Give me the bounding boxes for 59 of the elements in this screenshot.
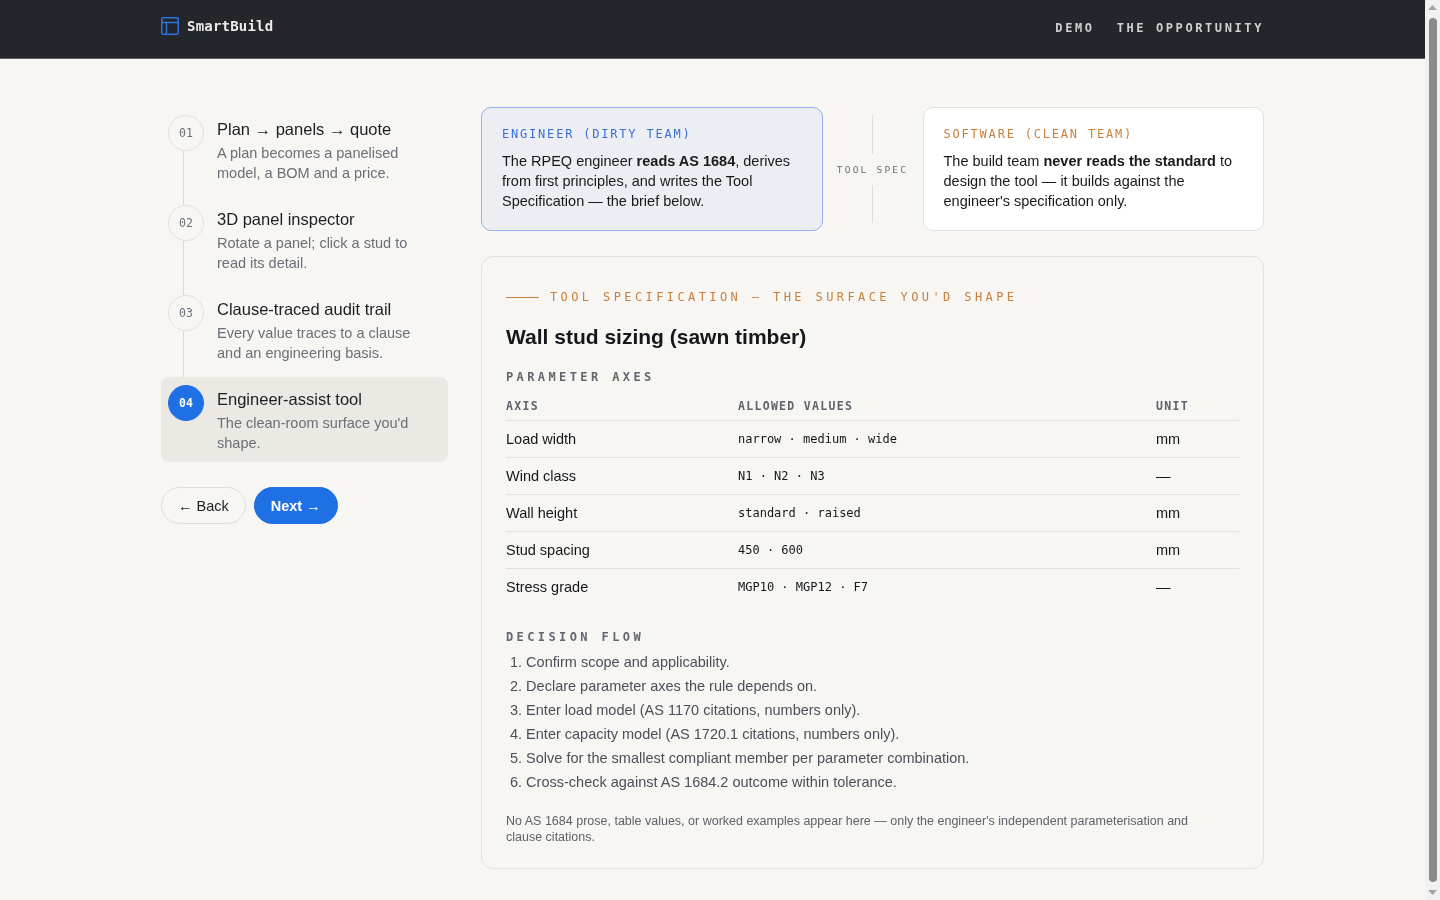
brand-name: SmartBuild [187,18,274,34]
team-label: ENGINEER (DIRTY TEAM) [502,126,693,142]
nav-link[interactable]: THE OPPORTUNITY [1116,21,1264,35]
scrollbar-thumb[interactable] [1428,18,1437,882]
table-cell: Stud spacing [506,531,738,569]
flow-step: 2. Declare parameter axes the rule depends on. [510,674,1239,698]
team-description: The RPEQ engineer reads AS 1684, derives from first principles, and writes the Tool Specification — the brief below. [502,152,792,211]
scrollbar[interactable] [1425,0,1440,900]
next-button[interactable]: Next → [253,487,338,524]
table-cell: — [1156,568,1239,605]
step-description: The clean-room surface you'd shape. [217,414,410,453]
column-header: UNIT [1156,391,1239,421]
table-cell: Stress grade [506,568,738,605]
flow-step: 5. Solve for the smallest compliant member per parameter combination. [510,746,1239,770]
step-number: 04 [168,385,204,421]
step-item[interactable]: 03 Clause-traced audit trail Every value traces to a clause and an engineering basis. [161,287,448,372]
table-cell: mm [1156,420,1239,458]
table-cell: standard · raised [738,494,1156,532]
flow-step: 1. Confirm scope and applicability. [510,650,1239,674]
scroll-down-icon[interactable] [1428,890,1437,895]
step-title: Engineer-assist tool [217,389,363,410]
table-cell: mm [1156,494,1239,532]
section-heading: DECISION FLOW [506,629,646,645]
table-cell: mm [1156,531,1239,569]
table-cell: 450 · 600 [738,531,1156,569]
table-cell: — [1156,457,1239,495]
scroll-up-icon[interactable] [1428,5,1437,10]
step-item[interactable]: 02 3D panel inspector Rotate a panel; click a stud to read its detail. [161,197,448,282]
table-cell: N1 · N2 · N3 [738,457,1156,495]
flow-step: 4. Enter capacity model (AS 1720.1 citations, numbers only). [510,722,1239,746]
team-description: The build team never reads the standard to design the tool — it builds against the engineer's specification only. [943,152,1234,211]
step-title: 3D panel inspector [217,209,356,230]
footnote: No AS 1684 prose, table values, or worked examples appear here — only the engineer's independent parameterisation and clause citations. [506,813,1189,845]
step-number: 01 [168,115,204,151]
flow-step: 3. Enter load model (AS 1170 citations, numbers only). [510,698,1239,722]
step-description: Every value traces to a clause and an engineering basis. [217,324,412,363]
table-cell: Load width [506,420,738,458]
step-number: 02 [168,205,204,241]
section-heading: PARAMETER AXES [506,369,656,385]
step-item[interactable]: 01 Plan → panels → quote A plan becomes a panelised model, a BOM and a price. [161,107,448,192]
column-header: ALLOWED VALUES [738,391,1156,421]
spec-eyebrow: TOOL SPECIFICATION — THE SURFACE YOU'D SHAPE [550,289,1018,305]
flow-step: 6. Cross-check against AS 1684.2 outcome within tolerance. [510,770,1239,794]
step-title: Plan → panels → quote [217,119,393,140]
step-description: Rotate a panel; click a stud to read its detail. [217,234,409,273]
step-item[interactable]: 04 Engineer-assist tool The clean-room surface you'd shape. [161,377,448,462]
nav-link[interactable]: DEMO [1055,21,1095,35]
step-number: 03 [168,295,204,331]
table-cell: Wind class [506,457,738,495]
spec-title: Wall stud sizing (sawn timber) [506,324,808,350]
layout-icon [161,17,179,35]
step-description: A plan becomes a panelised model, a BOM and a price. [217,144,400,183]
connector-label: TOOL SPEC [836,163,909,175]
column-header: AXIS [506,391,738,421]
table-cell: Wall height [506,494,738,532]
table-cell: MGP10 · MGP12 · F7 [738,568,1156,605]
team-label: SOFTWARE (CLEAN TEAM) [943,126,1135,142]
step-title: Clause-traced audit trail [217,299,393,320]
table-cell: narrow · medium · wide [738,420,1156,458]
